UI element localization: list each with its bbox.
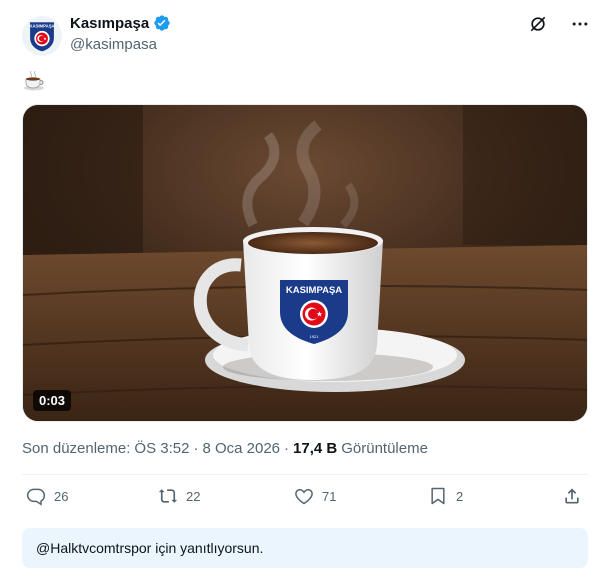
share-button[interactable] [562,486,582,506]
share-icon [565,488,579,504]
more-options-icon[interactable] [570,14,590,34]
bookmark-button[interactable]: 2 [428,486,463,506]
post-header-actions [528,14,590,34]
views-count: 17,4 B [293,440,338,457]
author-name-row: Kasımpaşa [70,14,171,32]
grok-icon[interactable] [528,14,548,34]
post-meta: Son düzenleme: ÖS 3:52 · 8 Oca 2026 · 17… [22,440,428,457]
author-name[interactable]: Kasımpaşa [70,15,149,32]
action-bar: 26 22 71 2 [22,486,588,514]
repost-button[interactable]: 22 [158,486,200,506]
meta-separator: · [193,440,199,457]
heart-icon [295,488,313,505]
video-duration: 0:03 [33,390,72,411]
views-label: Görüntüleme [341,440,428,457]
coffee-video-thumbnail: KASIMPAŞA 1921 [23,105,587,421]
repost-icon [158,489,178,503]
like-button[interactable]: 71 [294,486,336,506]
replying-to-text: @Halktvcomtrspor için yanıtlıyorsun. [36,540,264,556]
reply-button[interactable]: 26 [26,486,68,506]
cup-logo-text: KASIMPAŞA [286,285,342,296]
reply-icon [26,488,46,506]
replying-to-banner[interactable]: @Halktvcomtrspor için yanıtlıyorsun. [22,528,588,568]
edited-label[interactable]: Son düzenleme: [22,440,130,457]
cup-logo-year: 1921 [310,334,320,339]
post-time[interactable]: ÖS 3:52 [134,440,189,457]
video-media[interactable]: KASIMPAŞA 1921 0:03 [22,104,588,422]
coffee-cup-emoji-icon [22,68,46,92]
svg-text:KASIMPAŞA: KASIMPAŞA [29,24,54,29]
bookmark-count: 2 [456,488,464,504]
author-handle[interactable]: @kasimpasa [70,36,157,53]
repost-count: 22 [186,488,201,504]
kasimpasa-logo-icon: KASIMPAŞA [29,22,55,52]
like-count: 71 [322,488,337,504]
verified-badge-icon[interactable] [153,14,171,32]
divider [22,474,588,475]
reply-count: 26 [54,488,69,504]
post-date[interactable]: 8 Oca 2026 [202,440,280,457]
meta-separator: · [284,440,290,457]
bookmark-icon [431,487,445,505]
avatar[interactable]: KASIMPAŞA [22,16,62,56]
